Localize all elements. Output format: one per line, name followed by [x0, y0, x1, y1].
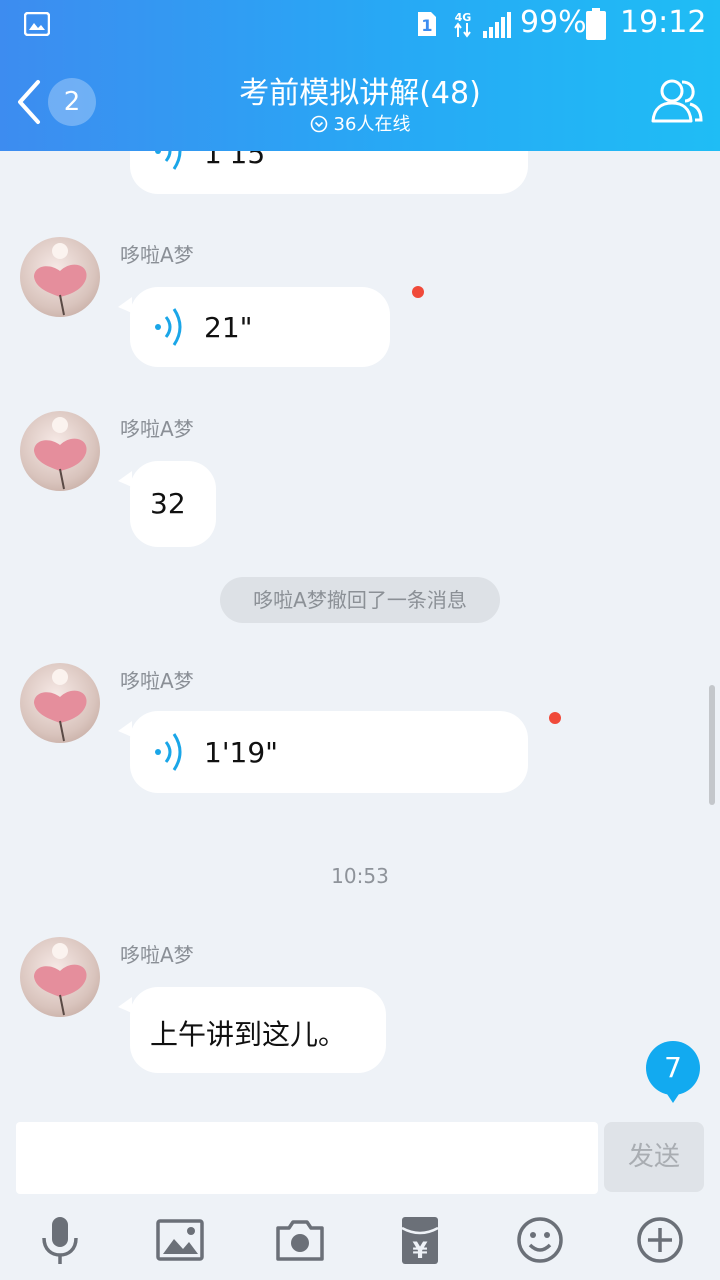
- signal-strength-icon: [483, 12, 511, 38]
- voice-play-icon: [155, 308, 182, 346]
- gallery-notification-icon: [24, 12, 50, 36]
- chat-header: 1 4G 99% 19:12 2 考前模拟讲解(48) 36人在线: [0, 0, 720, 151]
- status-bar: 1 4G 99% 19:12: [0, 0, 720, 50]
- sender-name: 哆啦A梦: [120, 669, 194, 693]
- text-message-bubble[interactable]: 上午讲到这儿。: [118, 987, 386, 1073]
- unread-dot: [412, 286, 424, 298]
- avatar[interactable]: [20, 937, 100, 1017]
- system-notice: 哆啦A梦撤回了一条消息: [220, 577, 500, 623]
- avatar-heart-image: [34, 943, 87, 1016]
- message-text: 32: [150, 487, 186, 520]
- avatar[interactable]: [20, 663, 100, 743]
- microphone-icon[interactable]: [34, 1214, 86, 1266]
- avatar[interactable]: [20, 237, 100, 317]
- chat-title: 考前模拟讲解(48): [239, 76, 481, 111]
- clock: 19:12: [620, 5, 707, 40]
- avatar-heart-image: [34, 669, 87, 742]
- scrollbar[interactable]: [709, 685, 715, 805]
- group-members-button[interactable]: [650, 74, 704, 126]
- voice-duration: 1'19": [204, 736, 279, 769]
- svg-text:¥: ¥: [412, 1239, 428, 1264]
- voice-play-icon: [155, 733, 182, 771]
- plus-icon[interactable]: [634, 1214, 686, 1266]
- online-count-label: 36人在线: [333, 114, 411, 135]
- message-text: 上午讲到这儿。: [150, 1018, 347, 1051]
- battery-icon: [586, 8, 606, 40]
- new-messages-badge[interactable]: 7: [646, 1041, 700, 1103]
- avatar-heart-image: [34, 417, 87, 490]
- voice-message-bubble[interactable]: 1'15": [130, 151, 528, 194]
- message-list[interactable]: 1'15" 哆啦A梦 21" 哆啦A梦 32 哆啦A梦撤回了一条消息 哆啦A梦 …: [0, 151, 720, 1120]
- sim-card-icon: 1: [418, 12, 436, 36]
- emoji-icon[interactable]: [514, 1214, 566, 1266]
- battery-percent: 99%: [520, 5, 587, 40]
- camera-icon[interactable]: [274, 1214, 326, 1266]
- svg-text:1: 1: [421, 16, 432, 35]
- voice-duration: 21": [204, 311, 253, 344]
- red-packet-icon[interactable]: ¥: [394, 1214, 446, 1266]
- voice-message-bubble[interactable]: 1'19": [118, 711, 528, 793]
- text-message-bubble[interactable]: 32: [118, 461, 216, 547]
- avatar-heart-image: [34, 243, 87, 316]
- voice-play-icon: [155, 151, 182, 170]
- network-4g-icon: 4G: [454, 11, 472, 38]
- sender-name: 哆啦A梦: [120, 417, 194, 441]
- voice-duration: 1'15": [204, 151, 279, 170]
- sender-name: 哆啦A梦: [120, 243, 194, 267]
- voice-message-bubble[interactable]: 21": [118, 287, 390, 367]
- sender-name: 哆啦A梦: [120, 943, 194, 967]
- message-input[interactable]: [16, 1122, 598, 1194]
- chevron-down-circle-icon: [310, 115, 327, 133]
- online-count[interactable]: 36人在线: [0, 110, 720, 136]
- avatar[interactable]: [20, 411, 100, 491]
- image-icon[interactable]: [154, 1214, 206, 1266]
- svg-text:4G: 4G: [455, 11, 472, 24]
- send-button[interactable]: 发送: [604, 1122, 704, 1192]
- unread-dot: [549, 712, 561, 724]
- input-toolbar: ¥: [0, 1204, 720, 1280]
- time-divider: 10:53: [331, 864, 389, 888]
